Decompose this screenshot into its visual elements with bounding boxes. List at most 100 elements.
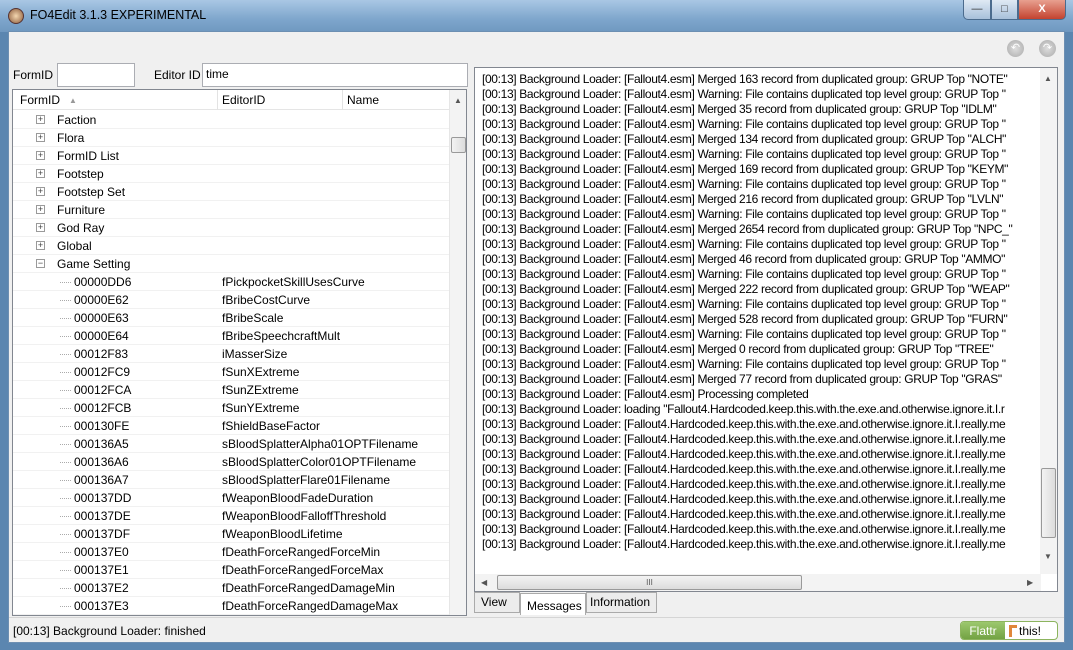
status-text: [00:13] Background Loader: finished (13, 624, 206, 638)
tree-record-row[interactable]: 00012F83 iMasserSize (13, 345, 451, 363)
tree-record-row[interactable]: 00012FCB fSunYExtreme (13, 399, 451, 417)
tree-group-row[interactable]: + FormID List (13, 147, 451, 165)
tree-record-row[interactable]: 000137E3 fDeathForceRangedDamageMax (13, 597, 451, 615)
editorid-input[interactable]: time (202, 63, 468, 87)
forward-arrow-icon[interactable]: ↷ (1039, 40, 1056, 57)
tab-messages[interactable]: Messages (520, 593, 586, 615)
record-formid: 00000E63 (74, 311, 129, 325)
log-line: [00:13] Background Loader: [Fallout4.esm… (482, 162, 1009, 176)
log-horizontal-scrollbar[interactable]: ◀ III ▶ (475, 574, 1041, 591)
log-line: [00:13] Background Loader: [Fallout4.esm… (482, 372, 1002, 386)
tree-group-row[interactable]: + Faction (13, 111, 451, 129)
record-editorid: sBloodSplatterColor01OPTFilename (222, 455, 417, 469)
record-editorid: fBribeScale (222, 311, 284, 325)
app-icon (8, 8, 24, 24)
scroll-up-icon[interactable]: ▲ (1044, 74, 1052, 83)
tree-vertical-scrollbar[interactable]: ▲ (449, 90, 466, 615)
window-title: FO4Edit 3.1.3 EXPERIMENTAL (30, 8, 207, 22)
title-bar[interactable]: FO4Edit 3.1.3 EXPERIMENTAL — □ X (0, 0, 1073, 32)
messages-log[interactable]: [00:13] Background Loader: [Fallout4.esm… (474, 67, 1058, 592)
expand-icon[interactable]: + (36, 133, 45, 142)
log-line: [00:13] Background Loader: [Fallout4.esm… (482, 117, 1006, 131)
scrollbar-thumb[interactable] (451, 137, 466, 153)
tree-record-row[interactable]: 000137DD fWeaponBloodFadeDuration (13, 489, 451, 507)
tree-record-row[interactable]: 00000E64 fBribeSpeechcraftMult (13, 327, 451, 345)
record-formid: 000136A6 (74, 455, 129, 469)
tree-record-row[interactable]: 000137E0 fDeathForceRangedForceMin (13, 543, 451, 561)
tree-record-row[interactable]: 000137DF fWeaponBloodLifetime (13, 525, 451, 543)
record-editorid: iMasserSize (222, 347, 288, 361)
flattr-this-label: this! (1019, 624, 1042, 638)
tree-record-row[interactable]: 000136A7 sBloodSplatterFlare01Filename (13, 471, 451, 489)
scrollbar-thumb[interactable]: III (497, 575, 802, 590)
log-vertical-scrollbar[interactable]: ▲ ▼ (1040, 68, 1057, 574)
record-formid: 000137DF (74, 527, 131, 541)
scroll-up-icon[interactable]: ▲ (454, 96, 462, 105)
maximize-button[interactable]: □ (991, 0, 1018, 20)
tree-record-row[interactable]: 00012FCA fSunZExtreme (13, 381, 451, 399)
tree-record-row[interactable]: 000137E2 fDeathForceRangedDamageMin (13, 579, 451, 597)
expand-icon[interactable]: + (36, 223, 45, 232)
record-formid: 000137DD (74, 491, 132, 505)
record-formid: 000136A7 (74, 473, 129, 487)
log-line: [00:13] Background Loader: [Fallout4.Har… (482, 492, 1006, 506)
close-button[interactable]: X (1018, 0, 1066, 20)
log-line: [00:13] Background Loader: [Fallout4.esm… (482, 102, 997, 116)
scroll-right-icon[interactable]: ▶ (1027, 578, 1033, 587)
expand-icon[interactable]: + (36, 169, 45, 178)
log-line: [00:13] Background Loader: [Fallout4.esm… (482, 237, 1006, 251)
record-formid: 00012FC9 (74, 365, 131, 379)
collapse-icon[interactable]: − (36, 259, 45, 268)
column-header-formid[interactable]: FormID (20, 93, 60, 107)
tree-record-row[interactable]: 00000E63 fBribeScale (13, 309, 451, 327)
scroll-down-icon[interactable]: ▼ (1044, 552, 1052, 561)
record-formid: 00000E62 (74, 293, 129, 307)
expand-icon[interactable]: + (36, 115, 45, 124)
record-editorid: fDeathForceRangedDamageMax (222, 599, 399, 613)
column-header-editorid[interactable]: EditorID (222, 93, 265, 107)
back-arrow-icon[interactable]: ↶ (1007, 40, 1024, 57)
tree-header: FormID ▲ EditorID Name (13, 90, 451, 110)
tree-record-row[interactable]: 00000DD6 fPickpocketSkillUsesCurve (13, 273, 451, 291)
log-line: [00:13] Background Loader: [Fallout4.esm… (482, 312, 1008, 326)
tab-view[interactable]: View (474, 592, 520, 613)
tree-record-row[interactable]: 000130FE fShieldBaseFactor (13, 417, 451, 435)
record-tree[interactable]: FormID ▲ EditorID Name + Faction + Flora + Fo… (12, 89, 467, 616)
record-formid: 000137E1 (74, 563, 129, 577)
log-line: [00:13] Background Loader: [Fallout4.esm… (482, 207, 1006, 221)
tree-record-row[interactable]: 000137E1 fDeathForceRangedForceMax (13, 561, 451, 579)
record-formid: 000137E3 (74, 599, 129, 613)
scroll-left-icon[interactable]: ◀ (481, 578, 487, 587)
tree-group-row[interactable]: + Furniture (13, 201, 451, 219)
status-bar: [00:13] Background Loader: finished Flat… (9, 617, 1064, 642)
record-editorid: fWeaponBloodFadeDuration (222, 491, 374, 505)
expand-icon[interactable]: + (36, 187, 45, 196)
expand-icon[interactable]: + (36, 241, 45, 250)
tree-group-row[interactable]: + God Ray (13, 219, 451, 237)
record-formid: 00000E64 (74, 329, 129, 343)
minimize-button[interactable]: — (963, 0, 991, 20)
tree-group-row[interactable]: − Game Setting (13, 255, 451, 273)
tree-record-row[interactable]: 000136A5 sBloodSplatterAlpha01OPTFilename (13, 435, 451, 453)
tree-group-row[interactable]: + Flora (13, 129, 451, 147)
group-name: Flora (57, 131, 85, 145)
tree-group-row[interactable]: + Footstep (13, 165, 451, 183)
record-formid: 00012FCA (74, 383, 132, 397)
tab-information[interactable]: Information (586, 592, 657, 613)
tree-record-row[interactable]: 000136A6 sBloodSplatterColor01OPTFilename (13, 453, 451, 471)
tree-group-row[interactable]: + Global (13, 237, 451, 255)
tree-record-row[interactable]: 00000E62 fBribeCostCurve (13, 291, 451, 309)
tree-group-row[interactable]: + Footstep Set (13, 183, 451, 201)
group-name: FormID List (57, 149, 120, 163)
expand-icon[interactable]: + (36, 151, 45, 160)
tree-record-row[interactable]: 00012FC9 fSunXExtreme (13, 363, 451, 381)
log-line: [00:13] Background Loader: [Fallout4.esm… (482, 357, 1006, 371)
scrollbar-thumb[interactable] (1041, 468, 1056, 538)
flattr-button[interactable]: Flattr this! (960, 621, 1058, 640)
expand-icon[interactable]: + (36, 205, 45, 214)
formid-input[interactable] (57, 63, 135, 87)
log-line: [00:13] Background Loader: [Fallout4.esm… (482, 177, 1006, 191)
log-line: [00:13] Background Loader: [Fallout4.Har… (482, 432, 1006, 446)
tree-record-row[interactable]: 000137DE fWeaponBloodFalloffThreshold (13, 507, 451, 525)
column-header-name[interactable]: Name (347, 93, 379, 107)
